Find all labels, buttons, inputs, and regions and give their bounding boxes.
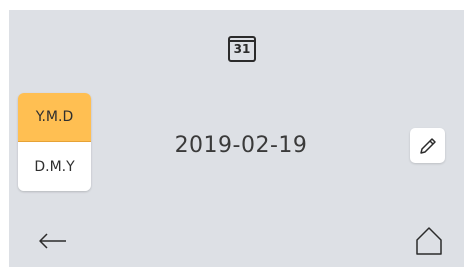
arrow-left-icon [39,233,66,249]
pencil-icon [419,137,436,154]
edit-date-button[interactable] [410,128,445,163]
format-dmy-button[interactable]: D.M.Y [18,142,91,191]
back-button[interactable] [36,228,70,254]
current-date-value: 2019-02-19 [174,133,308,158]
home-icon [416,227,442,255]
date-format-toggle: Y.M.D D.M.Y [18,93,91,191]
home-button[interactable] [412,224,446,258]
format-ymd-button[interactable]: Y.M.D [18,93,91,142]
calendar-day-number: 31 [233,42,251,56]
calendar-icon: 31 [228,33,256,62]
